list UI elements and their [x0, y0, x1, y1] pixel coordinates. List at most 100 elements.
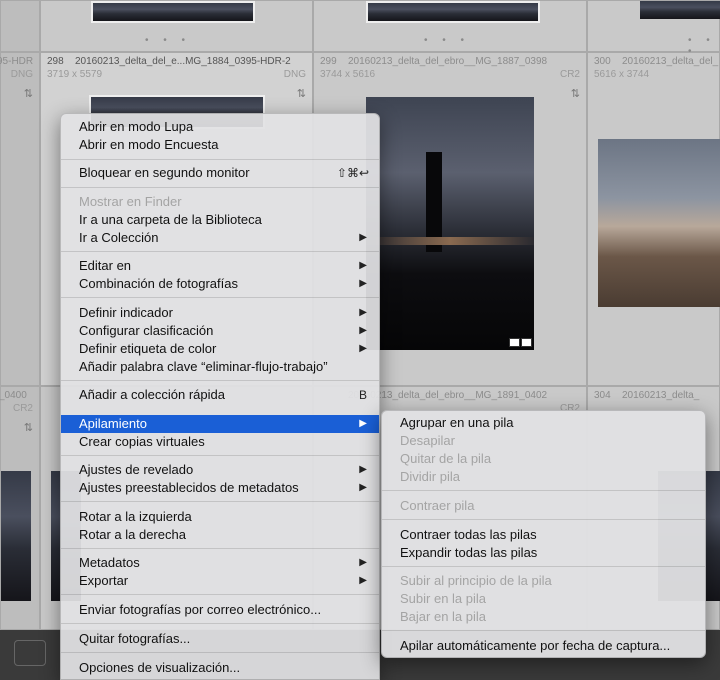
cell-filter-icon[interactable]: ⇅	[24, 87, 33, 100]
grid-cell-297[interactable]: 95-HDR DNG ⇅	[0, 52, 40, 386]
cell-index: 304	[594, 390, 611, 401]
menu-item-label: Agrupar en una pila	[400, 415, 514, 430]
submenu-arrow-icon: ▶	[359, 343, 367, 354]
menu-item-label: Exportar	[79, 573, 129, 588]
grid-cell-301[interactable]: _0400 CR2 ⇅	[0, 386, 40, 630]
thumbnail-image	[640, 1, 720, 19]
menu-item-rotar-izquierda[interactable]: Rotar a la izquierda	[61, 508, 379, 526]
menu-item-label: Apilar automáticamente por fecha de capt…	[400, 638, 671, 653]
menu-item-label: Apilamiento	[79, 416, 147, 431]
submenu-arrow-icon: ▶	[359, 307, 367, 318]
menu-item-ajustes-revelado[interactable]: Ajustes de revelado ▶	[61, 461, 379, 479]
menu-item-ir-coleccion[interactable]: Ir a Colección ▶	[61, 229, 379, 247]
menu-item-ir-carpeta[interactable]: Ir a una carpeta de la Biblioteca	[61, 211, 379, 229]
menu-item-configurar-clasificacion[interactable]: Configurar clasificación ▶	[61, 322, 379, 340]
menu-item-label: Abrir en modo Encuesta	[79, 137, 219, 152]
menu-separator	[382, 519, 705, 520]
cell-filename: 20160213_delta_del_	[622, 56, 719, 67]
sort-control[interactable]	[14, 640, 46, 666]
grid-cell-top-3[interactable]: • • •	[313, 0, 587, 52]
menu-item-editar-en[interactable]: Editar en ▶	[61, 257, 379, 275]
submenu-item-contraer-todas[interactable]: Contraer todas las pilas	[382, 526, 705, 544]
menu-separator	[61, 548, 379, 549]
cell-filter-icon[interactable]: ⇅	[24, 421, 33, 434]
cell-filter-icon[interactable]: ⇅	[297, 87, 306, 100]
menu-item-combinacion[interactable]: Combinación de fotografías ▶	[61, 275, 379, 293]
cell-filename: 95-HDR	[0, 56, 34, 67]
submenu-item-apilar-auto[interactable]: Apilar automáticamente por fecha de capt…	[382, 637, 705, 655]
menu-item-label: Definir indicador	[79, 305, 173, 320]
menu-item-ajustes-metadatos[interactable]: Ajustes preestablecidos de metadatos ▶	[61, 479, 379, 497]
submenu-item-subir: Subir en la pila	[382, 590, 705, 608]
menu-item-rotar-derecha[interactable]: Rotar a la derecha	[61, 526, 379, 544]
menu-separator	[382, 566, 705, 567]
menu-item-label: Crear copias virtuales	[79, 434, 205, 449]
menu-item-coleccion-rapida[interactable]: Añadir a colección rápida B	[61, 386, 379, 404]
submenu-arrow-icon: ▶	[359, 325, 367, 336]
submenu-item-contraer-pila: Contraer pila	[382, 497, 705, 515]
cell-filename: 20160213_delta_del_e...MG_1884_0395-HDR-…	[75, 56, 291, 67]
menu-separator	[61, 501, 379, 502]
menu-item-label: Quitar de la pila	[400, 451, 492, 466]
menu-item-exportar[interactable]: Exportar ▶	[61, 572, 379, 590]
menu-item-label: Mostrar en Finder	[79, 194, 182, 209]
grid-cell-300[interactable]: 300 20160213_delta_del_ 5616 x 3744	[587, 52, 720, 386]
thumbnail-image	[366, 1, 540, 23]
menu-item-bloquear-monitor[interactable]: Bloquear en segundo monitor ⇧⌘↩	[61, 164, 379, 182]
thumbnail-image	[91, 1, 255, 23]
menu-separator	[61, 159, 379, 160]
menu-item-label: Ajustes de revelado	[79, 462, 194, 477]
menu-item-label: Desapilar	[400, 433, 455, 448]
cell-dimensions: 3719 x 5579	[47, 69, 103, 80]
menu-item-copias-virtuales[interactable]: Crear copias virtuales	[61, 433, 379, 451]
cell-filter-icon[interactable]: ⇅	[571, 87, 580, 100]
menu-item-enviar-correo[interactable]: Enviar fotografías por correo electrónic…	[61, 601, 379, 619]
menu-item-metadatos[interactable]: Metadatos ▶	[61, 554, 379, 572]
menu-item-label: Contraer pila	[400, 498, 475, 513]
menu-item-abrir-lupa[interactable]: Abrir en modo Lupa	[61, 118, 379, 136]
horizon-glow	[366, 237, 534, 245]
submenu-arrow-icon: ▶	[359, 418, 367, 429]
cell-dimensions: 3744 x 5616	[320, 69, 376, 80]
menu-item-label: Añadir palabra clave “eliminar-flujo-tra…	[79, 359, 328, 374]
menu-item-label: Metadatos	[79, 555, 140, 570]
stack-dots: • • •	[424, 35, 471, 46]
submenu-item-desapilar: Desapilar	[382, 432, 705, 450]
submenu-item-quitar-pila: Quitar de la pila	[382, 450, 705, 468]
shortcut-label: ⇧⌘↩	[336, 166, 369, 180]
submenu-item-expandir-todas[interactable]: Expandir todas las pilas	[382, 544, 705, 562]
menu-separator	[61, 251, 379, 252]
menu-item-opciones-visualizacion[interactable]: Opciones de visualización...	[61, 659, 379, 677]
menu-item-definir-indicador[interactable]: Definir indicador ▶	[61, 304, 379, 322]
submenu-arrow-icon: ▶	[359, 232, 367, 243]
badge-icon	[521, 338, 532, 347]
grid-cell-top-1[interactable]	[0, 0, 40, 52]
menu-item-label: Combinación de fotografías	[79, 276, 238, 291]
menu-item-etiqueta-color[interactable]: Definir etiqueta de color ▶	[61, 340, 379, 358]
menu-item-label: Abrir en modo Lupa	[79, 119, 194, 134]
menu-item-palabra-clave[interactable]: Añadir palabra clave “eliminar-flujo-tra…	[61, 358, 379, 376]
menu-item-label: Subir al principio de la pila	[400, 573, 552, 588]
shortcut-label: B	[358, 388, 367, 402]
menu-item-quitar-fotografias[interactable]: Quitar fotografías...	[61, 630, 379, 648]
menu-item-label: Expandir todas las pilas	[400, 545, 538, 560]
submenu-item-subir-principio: Subir al principio de la pila	[382, 572, 705, 590]
menu-separator	[61, 297, 379, 298]
menu-item-apilamiento[interactable]: Apilamiento ▶	[61, 415, 379, 433]
menu-item-abrir-encuesta[interactable]: Abrir en modo Encuesta	[61, 136, 379, 154]
cell-index: 300	[594, 56, 611, 67]
thumbnail-image	[1, 471, 31, 601]
grid-cell-top-4[interactable]: • • •	[587, 0, 720, 57]
menu-item-label: Definir etiqueta de color	[79, 341, 217, 356]
menu-separator	[382, 490, 705, 491]
menu-item-label: Configurar clasificación	[79, 323, 214, 338]
menu-item-label: Ir a una carpeta de la Biblioteca	[79, 212, 262, 227]
submenu-item-agrupar[interactable]: Agrupar en una pila	[382, 414, 705, 432]
menu-separator	[61, 380, 379, 381]
grid-cell-top-2[interactable]: • • •	[40, 0, 313, 52]
cell-format: CR2	[12, 403, 33, 414]
menu-separator	[61, 652, 379, 653]
submenu-arrow-icon: ▶	[359, 278, 367, 289]
menu-item-label: Opciones de visualización...	[79, 660, 241, 675]
stack-dots: • • •	[145, 35, 192, 46]
